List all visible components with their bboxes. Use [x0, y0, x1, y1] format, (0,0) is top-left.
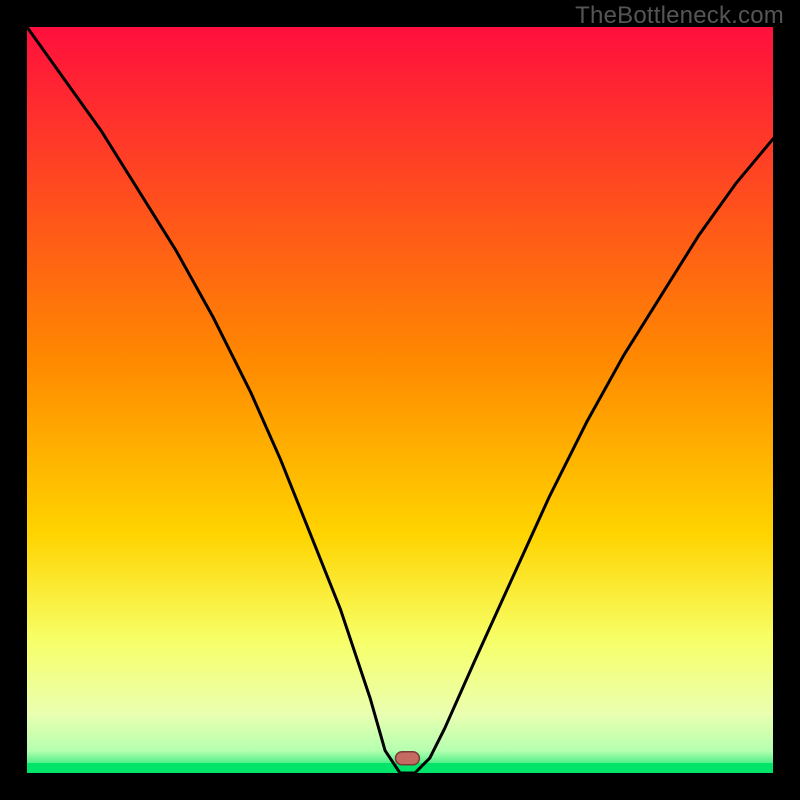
chart-frame: { "watermark": "TheBottleneck.com", "cha…: [0, 0, 800, 800]
plot-background: [27, 27, 773, 773]
minimum-marker: [396, 752, 420, 765]
watermark-text: TheBottleneck.com: [575, 2, 784, 30]
bottleneck-chart: [0, 0, 800, 800]
